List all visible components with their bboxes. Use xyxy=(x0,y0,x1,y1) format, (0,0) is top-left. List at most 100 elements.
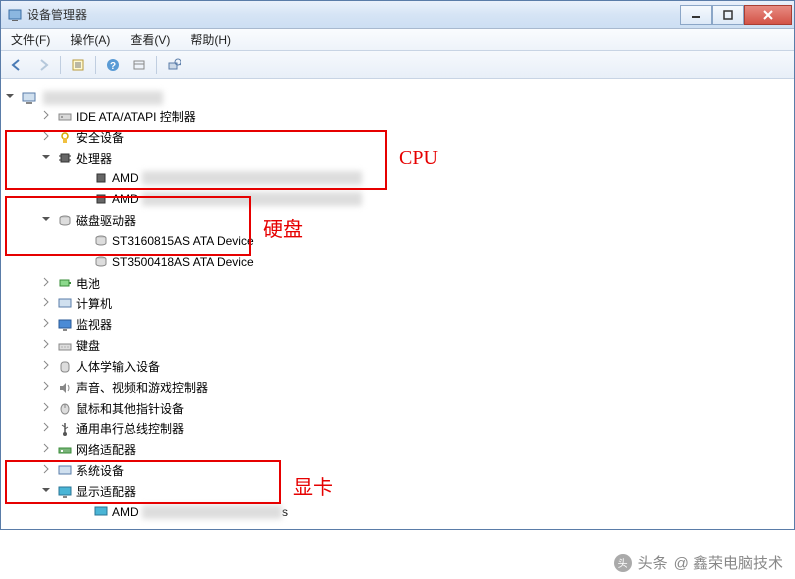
app-icon xyxy=(7,7,23,23)
back-button[interactable] xyxy=(5,54,29,76)
tree-item[interactable]: 网络适配器 xyxy=(41,439,790,460)
expand-icon[interactable] xyxy=(41,402,52,413)
watermark-author: @ 鑫荣电脑技术 xyxy=(674,552,783,573)
svg-text:?: ? xyxy=(110,61,116,72)
tree-item[interactable]: 鼠标和其他指针设备 xyxy=(41,398,790,419)
category-label: 网络适配器 xyxy=(76,443,136,457)
category-label: 鼠标和其他指针设备 xyxy=(76,401,184,415)
network-icon xyxy=(57,442,73,458)
device-tree[interactable]: IDE ATA/ATAPI 控制器 安全设备 处理器 AMD AMD 磁盘驱动器… xyxy=(1,79,794,529)
expand-icon[interactable] xyxy=(41,443,52,454)
expand-icon[interactable] xyxy=(41,422,52,433)
disk-icon xyxy=(93,254,109,270)
expand-icon[interactable] xyxy=(41,360,52,371)
category-label: 声音、视频和游戏控制器 xyxy=(76,381,208,395)
monitor-icon xyxy=(57,317,73,333)
tree-item[interactable]: IDE ATA/ATAPI 控制器 xyxy=(41,106,790,127)
tree-item[interactable]: 电池 xyxy=(41,273,790,294)
display-icon xyxy=(93,504,109,520)
tree-item[interactable]: 计算机 xyxy=(41,293,790,314)
help-button[interactable]: ? xyxy=(101,54,125,76)
category-label: 显示适配器 xyxy=(76,485,136,499)
security-icon xyxy=(57,130,73,146)
tree-item[interactable]: 监视器 xyxy=(41,314,790,335)
tree-item[interactable]: 安全设备 xyxy=(41,127,790,148)
cpu-icon xyxy=(57,150,73,166)
menu-file[interactable]: 文件(F) xyxy=(7,29,54,50)
mouse-icon xyxy=(57,400,73,416)
forward-button[interactable] xyxy=(31,54,55,76)
titlebar[interactable]: 设备管理器 xyxy=(1,1,794,29)
window-title: 设备管理器 xyxy=(27,6,680,23)
category-label: IDE ATA/ATAPI 控制器 xyxy=(76,110,196,124)
expand-icon[interactable] xyxy=(41,381,52,392)
expand-icon[interactable] xyxy=(41,131,52,142)
toolbar: ? xyxy=(1,51,794,79)
menu-action[interactable]: 操作(A) xyxy=(66,29,114,50)
system-icon xyxy=(57,463,73,479)
ide-icon xyxy=(57,109,73,125)
close-button[interactable] xyxy=(744,5,792,25)
collapse-icon[interactable] xyxy=(41,152,52,163)
show-hidden-button[interactable] xyxy=(127,54,151,76)
cpu-icon xyxy=(93,170,109,186)
menu-help[interactable]: 帮助(H) xyxy=(186,29,235,50)
computer-icon xyxy=(21,90,37,106)
properties-button[interactable] xyxy=(66,54,90,76)
usb-icon xyxy=(57,421,73,437)
tree-leaf[interactable]: ST3500418AS ATA Device xyxy=(77,251,790,272)
battery-icon xyxy=(57,275,73,291)
disk-icon xyxy=(93,233,109,249)
collapse-icon[interactable] xyxy=(41,214,52,225)
tree-item[interactable]: 通用串行总线控制器 xyxy=(41,418,790,439)
sound-icon xyxy=(57,380,73,396)
tree-leaf[interactable]: AMD s xyxy=(77,501,790,522)
expand-icon[interactable] xyxy=(41,318,52,329)
tree-leaf[interactable]: AMD xyxy=(77,188,790,209)
device-label: ST3160815AS ATA Device xyxy=(112,234,254,248)
category-label: 磁盘驱动器 xyxy=(76,214,136,228)
device-manager-window: 设备管理器 文件(F) 操作(A) 查看(V) 帮助(H) ? xyxy=(0,0,795,530)
tree-leaf[interactable]: AMD xyxy=(77,167,790,188)
device-label: AMD xyxy=(112,192,139,206)
toolbar-separator xyxy=(95,56,96,74)
toolbar-separator xyxy=(156,56,157,74)
maximize-button[interactable] xyxy=(712,5,744,25)
category-label: 键盘 xyxy=(76,339,100,353)
display-icon xyxy=(57,484,73,500)
root-label xyxy=(43,91,163,105)
computer-icon xyxy=(57,296,73,312)
category-label: 系统设备 xyxy=(76,464,124,478)
tree-item-disk[interactable]: 磁盘驱动器 ST3160815AS ATA Device ST3500418AS… xyxy=(41,210,790,272)
category-label: 电池 xyxy=(76,276,100,290)
tree-root[interactable]: IDE ATA/ATAPI 控制器 安全设备 处理器 AMD AMD 磁盘驱动器… xyxy=(5,87,790,524)
collapse-icon[interactable] xyxy=(41,485,52,496)
watermark-logo-icon: 头 xyxy=(614,554,632,572)
expand-icon[interactable] xyxy=(41,339,52,350)
tree-item[interactable]: 键盘 xyxy=(41,335,790,356)
scan-hardware-button[interactable] xyxy=(162,54,186,76)
menu-view[interactable]: 查看(V) xyxy=(126,29,174,50)
expand-icon[interactable] xyxy=(41,464,52,475)
expand-icon[interactable] xyxy=(41,277,52,288)
cpu-icon xyxy=(93,191,109,207)
tree-item[interactable]: 系统设备 xyxy=(41,460,790,481)
tree-item-cpu[interactable]: 处理器 AMD AMD xyxy=(41,148,790,210)
watermark: 头 头条 @ 鑫荣电脑技术 xyxy=(614,552,783,573)
tree-leaf[interactable]: ST3160815AS ATA Device xyxy=(77,230,790,251)
expand-icon[interactable] xyxy=(41,297,52,308)
tree-item-display[interactable]: 显示适配器 AMD s xyxy=(41,481,790,523)
keyboard-icon xyxy=(57,338,73,354)
collapse-icon[interactable] xyxy=(5,91,16,102)
tree-item[interactable]: 声音、视频和游戏控制器 xyxy=(41,377,790,398)
hid-icon xyxy=(57,359,73,375)
category-label: 计算机 xyxy=(76,297,112,311)
menubar: 文件(F) 操作(A) 查看(V) 帮助(H) xyxy=(1,29,794,51)
device-label: AMD xyxy=(112,505,139,519)
minimize-button[interactable] xyxy=(680,5,712,25)
tree-item[interactable]: 人体学输入设备 xyxy=(41,356,790,377)
category-label: 通用串行总线控制器 xyxy=(76,422,184,436)
expand-icon[interactable] xyxy=(41,110,52,121)
disk-icon xyxy=(57,213,73,229)
toolbar-separator xyxy=(60,56,61,74)
